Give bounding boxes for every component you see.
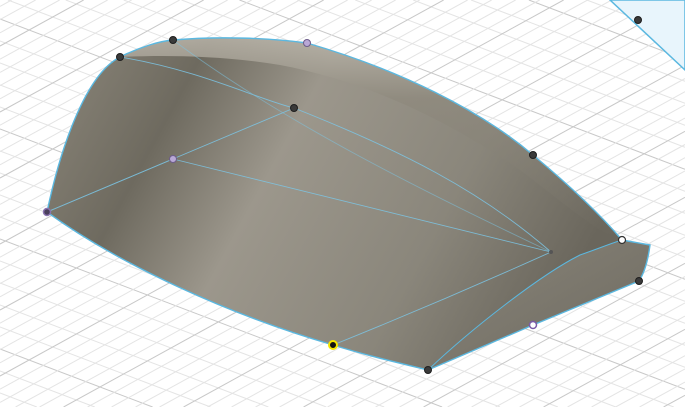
model-canvas[interactable] <box>0 0 685 407</box>
control-point[interactable] <box>42 207 52 217</box>
grid-line <box>519 315 685 407</box>
3d-viewport[interactable] <box>0 0 685 407</box>
control-point[interactable] <box>549 250 553 254</box>
grid-line <box>0 326 211 407</box>
control-point[interactable] <box>617 235 627 245</box>
body-main-surface[interactable] <box>47 37 650 371</box>
control-point[interactable] <box>529 151 537 159</box>
grid-line <box>0 0 12 7</box>
control-point[interactable] <box>328 340 338 350</box>
grid-line <box>0 0 84 47</box>
control-point[interactable] <box>528 320 538 330</box>
control-point[interactable] <box>303 39 311 47</box>
control-point[interactable] <box>635 277 643 285</box>
grid-line <box>0 0 108 60</box>
control-point[interactable] <box>634 16 642 24</box>
control-point[interactable] <box>290 104 298 112</box>
control-point[interactable] <box>169 155 177 163</box>
control-point[interactable] <box>424 366 432 374</box>
control-point[interactable] <box>116 53 124 61</box>
control-point[interactable] <box>169 36 177 44</box>
grid-line <box>567 342 685 407</box>
grid-line <box>663 394 685 407</box>
grid-line <box>639 381 685 407</box>
